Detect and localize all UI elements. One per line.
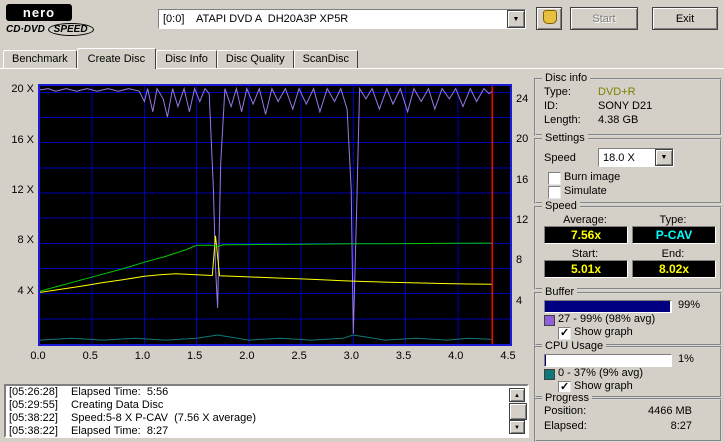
x-axis-tick-label: 2.5 bbox=[291, 350, 307, 362]
buffer-progress-fill bbox=[545, 301, 670, 312]
cpu-legend-swatch bbox=[544, 369, 555, 380]
position-label: Position: bbox=[544, 405, 587, 417]
cpu-progress-fill bbox=[545, 355, 547, 366]
scrollbar-thumb[interactable] bbox=[509, 403, 527, 420]
speed-select-combobox[interactable]: 18.0 X ▼ bbox=[598, 148, 674, 167]
x-axis-tick-label: 0.0 bbox=[30, 350, 46, 362]
progress-title: Progress bbox=[542, 392, 593, 404]
log-line: [05:29:55] Creating Data Disc bbox=[9, 399, 164, 411]
exit-button[interactable]: Exit bbox=[652, 7, 718, 30]
left-axis-tick-label: 4 X bbox=[17, 284, 34, 297]
left-axis-tick-label: 20 X bbox=[11, 83, 34, 96]
settings-group: Settings Speed 18.0 X ▼ Burn image Simul… bbox=[534, 132, 722, 204]
end-speed-value: 8.02x bbox=[632, 260, 716, 278]
log-line: [05:26:28] Elapsed Time: 5:56 bbox=[9, 386, 169, 398]
tab-disc-info[interactable]: Disc Info bbox=[156, 50, 217, 68]
chevron-down-icon[interactable]: ▼ bbox=[655, 149, 673, 166]
tab-scandisc[interactable]: ScanDisc bbox=[293, 50, 359, 68]
cpu-usage-group: CPU Usage 1% 0 - 37% (9% avg) Show graph bbox=[534, 340, 722, 398]
disc-length-label: Length: bbox=[544, 114, 581, 126]
cpu-progressbar bbox=[544, 354, 672, 367]
cpu-percent-label: 1% bbox=[678, 353, 694, 365]
buffer-range-text: 27 - 99% (98% avg) bbox=[558, 313, 656, 325]
scroll-up-icon[interactable]: ▲ bbox=[509, 388, 525, 402]
x-axis-tick-label: 4.0 bbox=[448, 350, 464, 362]
cpu-usage-title: CPU Usage bbox=[542, 340, 607, 352]
disc-id-label: ID: bbox=[544, 100, 559, 112]
tab-benchmark[interactable]: Benchmark bbox=[3, 50, 77, 68]
write-speed-chart bbox=[38, 84, 512, 346]
progress-group: Progress Position: 4466 MB Elapsed: 8:27 bbox=[534, 392, 722, 442]
type-label: Type: bbox=[659, 214, 687, 226]
log-line: [05:38:22] Speed:5-8 X P-CAV (7.56 X ave… bbox=[9, 412, 257, 424]
disc-info-title: Disc info bbox=[542, 72, 591, 84]
disc-type-value: DVD+R bbox=[598, 86, 636, 98]
start-button[interactable]: Start bbox=[570, 7, 638, 30]
disc-info-group: Disc info Type: DVD+R ID: SONY D21 Lengt… bbox=[534, 72, 722, 136]
burn-image-checkbox[interactable] bbox=[548, 172, 561, 185]
elapsed-label: Elapsed: bbox=[544, 420, 587, 432]
x-axis-tick-label: 0.5 bbox=[82, 350, 98, 362]
scroll-down-icon[interactable]: ▼ bbox=[509, 420, 525, 434]
x-axis-tick-label: 3.5 bbox=[395, 350, 412, 362]
logo-speed-text: SPEED bbox=[47, 23, 94, 36]
nero-logo: nero bbox=[6, 4, 72, 21]
speed-group-title: Speed bbox=[542, 200, 580, 212]
left-axis-tick-label: 16 X bbox=[11, 133, 34, 146]
speed-group: Speed Average: Type: 7.56x P-CAV Start: … bbox=[534, 200, 722, 290]
start-speed-label: Start: bbox=[571, 248, 599, 260]
write-type-value: P-CAV bbox=[632, 226, 716, 244]
cd-dvd-speed-logo: CD·DVD SPEED bbox=[6, 23, 94, 36]
speed-select-value: 18.0 X bbox=[603, 151, 635, 164]
buffer-show-graph-label: Show graph bbox=[574, 326, 633, 338]
x-axis-tick-label: 1.5 bbox=[187, 350, 203, 362]
hand-icon bbox=[543, 10, 557, 24]
average-speed-value: 7.56x bbox=[544, 226, 628, 244]
disc-id-value: SONY D21 bbox=[598, 100, 653, 112]
elapsed-value: 8:27 bbox=[670, 420, 692, 432]
log-line: [05:38:22] Elapsed Time: 8:27 bbox=[9, 425, 169, 437]
tab-disc-quality[interactable]: Disc Quality bbox=[216, 50, 294, 68]
x-axis-tick-label: 3.0 bbox=[343, 350, 359, 362]
cpu-range-text: 0 - 37% (9% avg) bbox=[558, 367, 643, 379]
x-axis-tick-label: 4.5 bbox=[500, 350, 516, 362]
burn-image-label: Burn image bbox=[564, 171, 621, 183]
buffer-group: Buffer 99% 27 - 99% (98% avg) Show graph bbox=[534, 286, 722, 346]
buffer-show-graph-checkbox[interactable] bbox=[558, 326, 571, 340]
x-axis-tick-label: 1.0 bbox=[134, 350, 151, 362]
x-axis-tick-label: 2.0 bbox=[239, 350, 255, 362]
settings-title: Settings bbox=[542, 132, 588, 144]
simulate-label: Simulate bbox=[564, 185, 607, 197]
drive-select-value: [0:0] ATAPI DVD A DH20A3P XP5R bbox=[163, 13, 349, 25]
tab-create-disc[interactable]: Create Disc bbox=[76, 48, 157, 69]
left-axis-tick-label: 12 X bbox=[11, 183, 34, 196]
drive-select-combobox[interactable]: [0:0] ATAPI DVD A DH20A3P XP5R ▼ bbox=[158, 9, 526, 29]
end-speed-label: End: bbox=[661, 248, 685, 260]
logo-cddvd-text: CD·DVD bbox=[6, 24, 45, 35]
left-axis-tick-label: 8 X bbox=[17, 234, 34, 247]
buffer-legend-swatch bbox=[544, 315, 555, 326]
buffer-title: Buffer bbox=[542, 286, 578, 298]
start-speed-value: 5.01x bbox=[544, 260, 628, 278]
eject-tray-button[interactable] bbox=[536, 7, 562, 30]
disc-length-value: 4.38 GB bbox=[598, 114, 639, 126]
buffer-percent-label: 99% bbox=[678, 299, 701, 311]
disc-type-label: Type: bbox=[544, 86, 571, 98]
chevron-down-icon[interactable]: ▼ bbox=[507, 10, 525, 28]
position-value: 4466 MB bbox=[647, 405, 692, 417]
log-scrollbar[interactable]: ▲ ▼ bbox=[509, 388, 527, 434]
tab-bar: Benchmark Create Disc Disc Info Disc Qua… bbox=[3, 47, 359, 69]
buffer-progressbar bbox=[544, 300, 672, 313]
speed-label: Speed bbox=[544, 152, 576, 164]
average-label: Average: bbox=[563, 214, 607, 226]
simulate-checkbox[interactable] bbox=[548, 186, 561, 199]
event-log-listbox[interactable]: [05:26:28] Elapsed Time: 5:56 [05:29:55]… bbox=[4, 384, 529, 438]
